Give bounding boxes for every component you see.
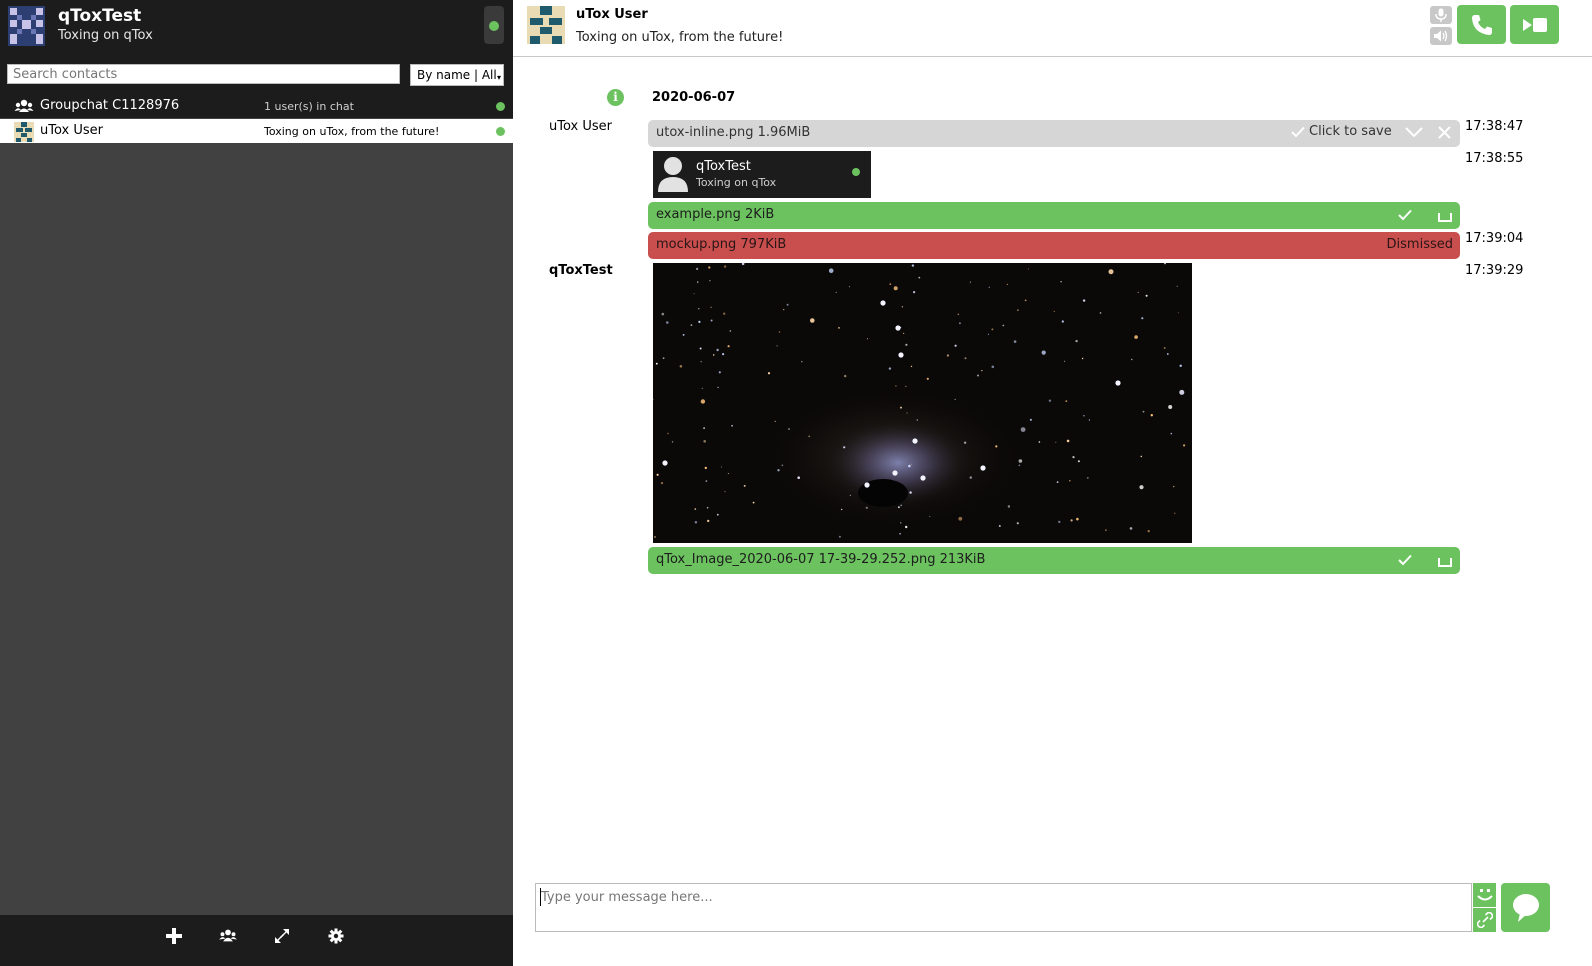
phone-icon [1471,14,1492,35]
message-timestamp: 17:39:04 [1465,231,1524,246]
emoji-icon [1476,889,1493,901]
file-transfer-finished: example.png 2KiB [648,202,1460,229]
settings-button[interactable] [322,922,350,950]
microphone-button[interactable] [1430,6,1452,24]
file-transfer-incoming: utox-inline.png 1.96MiB Click to save [648,120,1460,147]
message-timestamp: 17:38:47 [1465,119,1524,134]
profile-status-message[interactable]: Toxing on qTox [58,28,153,43]
contact-status: 1 user(s) in chat [264,100,354,113]
click-to-save-label: Click to save [1309,124,1392,139]
search-contacts-input[interactable] [7,64,400,84]
online-status-indicator [496,127,505,136]
contact-card-name: qToxTest [696,159,751,174]
file-state-label: Dismissed [1386,237,1453,252]
peer-status-message: Toxing on uTox, from the future! [576,30,784,45]
message-input[interactable]: Type your message here... [535,883,1472,932]
nebula-photo [653,263,1192,543]
check-icon [1291,126,1305,137]
file-transfers-button[interactable] [268,922,296,950]
check-icon [1398,209,1412,221]
online-status-indicator [496,102,505,111]
group-icon [14,99,34,112]
add-contact-button[interactable] [160,922,188,950]
chevron-down-icon [1405,127,1423,138]
file-name: mockup.png 797KiB [656,237,787,252]
open-folder-icon [1438,558,1452,567]
sidebar-toolbar [0,915,513,966]
peer-avatar[interactable] [527,6,565,44]
contact-filter-select[interactable]: By name | All ▾ [410,64,504,86]
contact-item-utox-user[interactable]: uTox User Toxing on uTox, from the futur… [0,119,513,143]
add-contact-icon [166,928,182,944]
emoji-button[interactable] [1473,883,1496,907]
call-button[interactable] [1457,5,1506,44]
file-transfer-cancelled: mockup.png 797KiB Dismissed [648,232,1460,259]
dropdown-caret-icon: ▾ [496,73,501,82]
profile-name[interactable]: qToxTest [58,6,141,26]
info-icon: i [607,89,624,106]
message-timestamp: 17:39:29 [1465,263,1524,278]
check-icon [1398,554,1412,566]
image-preview[interactable] [653,263,1192,543]
speaker-icon [1434,30,1448,42]
show-in-folder-button[interactable] [1438,211,1452,226]
self-profile[interactable]: qToxTest Toxing on qTox [0,0,513,56]
message-timestamp: 17:38:55 [1465,151,1524,166]
contact-status: Toxing on uTox, from the future! [264,125,440,138]
group-icon [219,929,237,942]
click-to-save-button[interactable]: Click to save [1291,124,1392,139]
contact-avatar [14,122,34,142]
cancel-file-button[interactable] [1438,126,1451,143]
send-button[interactable] [1501,883,1550,932]
peer-name: uTox User [576,7,648,22]
date-separator: 2020-06-07 [652,90,736,105]
contact-card-status: Toxing on qTox [696,176,777,189]
open-file-button[interactable] [1398,209,1412,225]
file-transfer-finished: qTox_Image_2020-06-07 17-39-29.252.png 2… [648,547,1460,574]
contact-item-groupchat[interactable]: Groupchat C1128976 1 user(s) in chat [0,94,513,118]
message-author: uTox User [549,119,612,134]
contact-card[interactable]: qToxTest Toxing on qTox [653,151,871,198]
message-author: qToxTest [549,263,613,278]
open-file-button[interactable] [1398,554,1412,570]
chat-header: uTox User Toxing on uTox, from the futur… [513,0,1592,57]
transfers-icon [275,929,289,943]
contact-filter-label: By name | All [417,68,497,82]
send-icon [1512,893,1539,922]
attach-icon [1476,912,1493,928]
chat-log[interactable]: i 2020-06-07 uTox User 17:38:47 utox-inl… [513,57,1592,877]
online-status-indicator [489,21,499,31]
cancel-icon [1438,126,1451,139]
video-icon [1522,17,1547,32]
file-name: example.png 2KiB [656,207,775,222]
sidebar: qToxTest Toxing on qTox By name | All ▾ … [0,0,513,966]
file-name: qTox_Image_2020-06-07 17-39-29.252.png 2… [656,552,986,567]
accept-file-button[interactable] [1405,126,1423,142]
create-group-button[interactable] [214,922,242,950]
message-input-placeholder: Type your message here... [541,890,713,905]
contact-name: uTox User [40,123,103,138]
file-name: utox-inline.png 1.96MiB [656,125,811,140]
contact-name: Groupchat C1128976 [40,98,180,113]
settings-icon [328,928,344,944]
open-folder-icon [1438,213,1452,222]
status-button[interactable] [484,6,504,44]
default-avatar-icon [658,157,688,192]
attach-file-button[interactable] [1473,908,1496,932]
show-in-folder-button[interactable] [1438,556,1452,571]
profile-avatar[interactable] [8,6,45,46]
volume-button[interactable] [1430,27,1452,45]
video-call-button[interactable] [1510,5,1559,44]
microphone-icon [1435,8,1447,22]
online-status-indicator [852,168,860,176]
